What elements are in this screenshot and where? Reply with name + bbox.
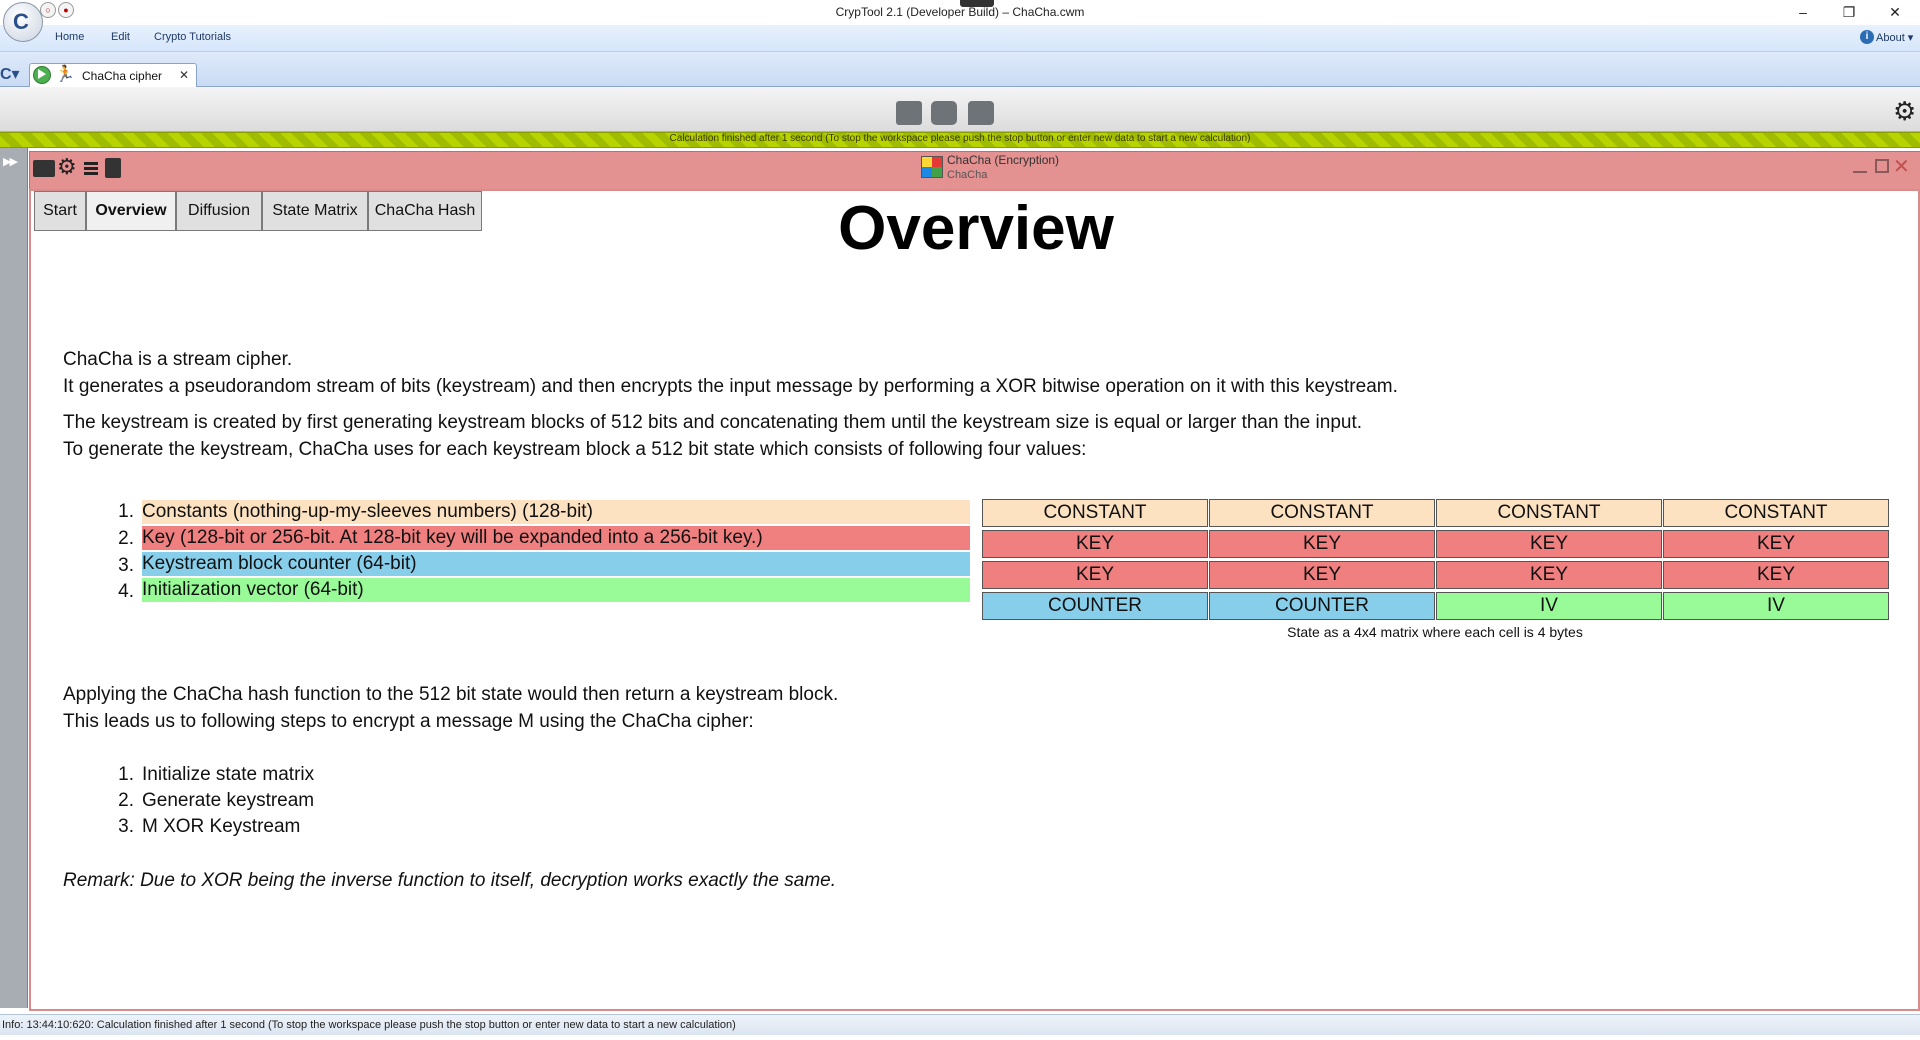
intro-line-3: The keystream is created by first genera…	[63, 412, 1363, 433]
remark: Remark: Due to XOR being the inverse fun…	[63, 870, 837, 891]
matrix-cell: IV	[1663, 592, 1889, 620]
apply-line-1: Applying the ChaCha hash function to the…	[63, 684, 839, 705]
menu-about[interactable]: About ▾	[1876, 31, 1913, 44]
comment-icon[interactable]	[968, 101, 994, 125]
tab-close-icon[interactable]: ✕	[179, 68, 189, 82]
matrix-cell: CONSTANT	[982, 499, 1208, 527]
component-maximize-icon[interactable]	[1875, 159, 1889, 173]
restore-button[interactable]: ❐	[1826, 0, 1872, 25]
matrix-cell: KEY	[1663, 530, 1889, 558]
list-number: 1.	[118, 501, 134, 522]
list-number: 1.	[118, 764, 134, 785]
tab-label: ChaCha cipher	[82, 69, 163, 83]
settings-gear-icon[interactable]: ⚙	[1893, 98, 1916, 124]
matrix-cell: KEY	[982, 530, 1208, 558]
clipboard-icon[interactable]	[105, 158, 121, 178]
presentation-icon[interactable]	[33, 160, 55, 177]
state-value-counter: Keystream block counter (64-bit)	[142, 552, 970, 576]
apply-line-2: This leads us to following steps to encr…	[63, 711, 754, 732]
intro-line-4: To generate the keystream, ChaCha uses f…	[63, 439, 1087, 460]
intro-line-2: It generates a pseudorandom stream of bi…	[63, 376, 1398, 397]
state-value-constants: Constants (nothing-up-my-sleeves numbers…	[142, 500, 970, 524]
left-sidebar-collapsed[interactable]	[0, 148, 28, 1008]
matrix-cell: KEY	[1209, 561, 1435, 589]
menu-home[interactable]: Home	[55, 31, 84, 43]
play-triangle-icon	[38, 69, 46, 79]
component-close-icon[interactable]: ✕	[1893, 154, 1910, 179]
state-value-iv: Initialization vector (64-bit)	[142, 578, 970, 602]
menu-crypto-tutorials[interactable]: Crypto Tutorials	[154, 31, 231, 43]
matrix-caption: State as a 4x4 matrix where each cell is…	[1287, 624, 1583, 640]
data-icon[interactable]	[84, 162, 98, 176]
step-item: M XOR Keystream	[142, 816, 301, 837]
state-value-key: Key (128-bit or 256-bit. At 128-bit key …	[142, 526, 970, 550]
component-subtitle: ChaCha	[947, 169, 988, 181]
toolbar	[0, 87, 1920, 132]
matrix-cell: CONSTANT	[1209, 499, 1435, 527]
matrix-cell: IV	[1436, 592, 1662, 620]
component-title: ChaCha (Encryption)	[947, 153, 1060, 167]
workspace-menu-icon[interactable]: C▾	[0, 64, 20, 84]
matrix-cell: KEY	[1663, 561, 1889, 589]
expand-sidebar-icon[interactable]: ▶▶	[3, 155, 18, 168]
chacha-component-icon	[921, 156, 943, 178]
matrix-cell: CONSTANT	[1436, 499, 1662, 527]
window-title: CrypTool 2.1 (Developer Build) – ChaCha.…	[835, 5, 1085, 19]
fit-to-screen-icon[interactable]	[896, 101, 922, 125]
step-item: Generate keystream	[142, 790, 315, 811]
minimize-button[interactable]: –	[1780, 0, 1826, 25]
matrix-cell: CONSTANT	[1663, 499, 1889, 527]
status-bar-text: Info: 13:44:10:620: Calculation finished…	[2, 1019, 736, 1031]
component-minimize-icon[interactable]	[1853, 159, 1867, 173]
camera-icon[interactable]	[931, 101, 957, 125]
close-button[interactable]: ✕	[1872, 0, 1918, 25]
runner-icon: 🏃	[55, 66, 75, 83]
matrix-cell: COUNTER	[1209, 592, 1435, 620]
matrix-cell: KEY	[1436, 530, 1662, 558]
menu-edit[interactable]: Edit	[111, 31, 130, 43]
matrix-cell: KEY	[1209, 530, 1435, 558]
document-tab-bar	[0, 52, 1920, 87]
list-number: 2.	[118, 528, 134, 549]
status-strip-text: Calculation finished after 1 second (To …	[669, 133, 1251, 144]
cryptool-logo-button[interactable]: C	[3, 2, 43, 42]
matrix-cell: COUNTER	[982, 592, 1208, 620]
info-icon: i	[1860, 30, 1874, 44]
list-number: 3.	[118, 555, 134, 576]
menu-bar	[0, 25, 1920, 52]
matrix-cell: KEY	[1436, 561, 1662, 589]
step-item: Initialize state matrix	[142, 764, 315, 785]
list-number: 3.	[118, 816, 134, 837]
list-number: 2.	[118, 790, 134, 811]
matrix-cell: KEY	[982, 561, 1208, 589]
component-settings-gear-icon[interactable]: ⚙	[57, 156, 77, 178]
page-title: Overview	[838, 194, 1114, 263]
list-number: 4.	[118, 581, 134, 602]
intro-line-1: ChaCha is a stream cipher.	[63, 349, 293, 370]
